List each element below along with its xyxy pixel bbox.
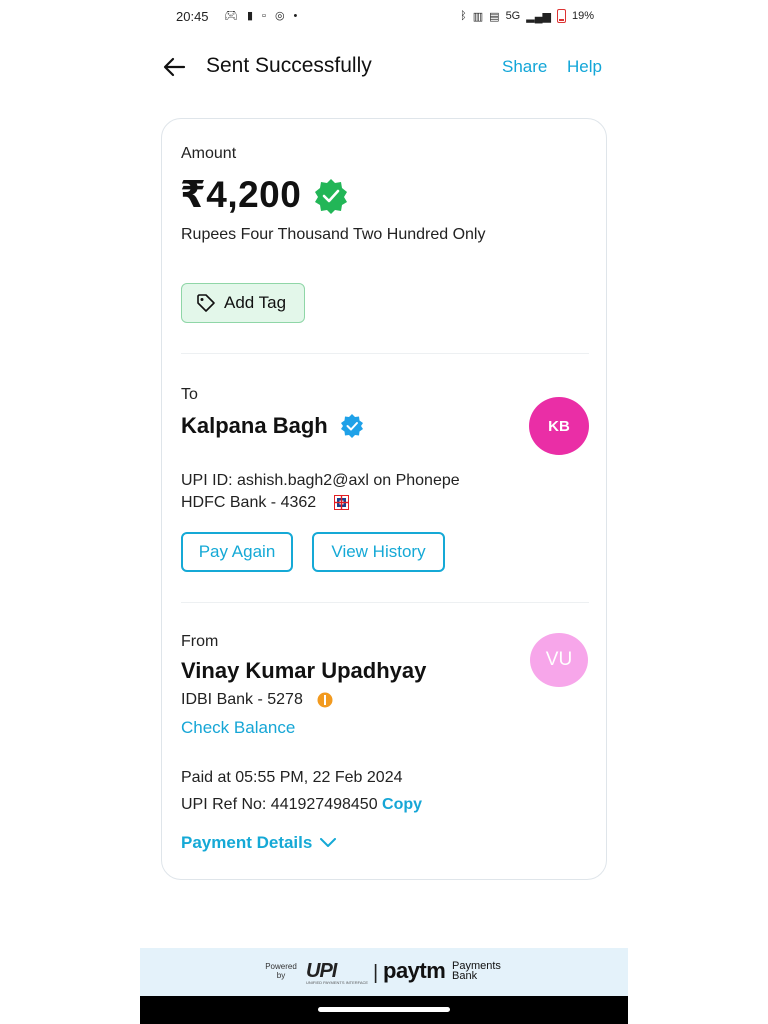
upi-logo-subtitle: UNIFIED PAYMENTS INTERFACE <box>306 980 369 985</box>
sender-name: Vinay Kumar Upadhyay <box>181 658 427 683</box>
powered-by-text: Powered by <box>265 962 297 980</box>
idbi-bank-logo-icon <box>317 692 333 708</box>
from-label: From <box>181 633 219 650</box>
footer-branding: Powered by UPI UNIFIED PAYMENTS INTERFAC… <box>140 948 628 996</box>
page-title: Sent Successfully <box>206 54 372 77</box>
network-type: 5G <box>505 10 521 22</box>
transaction-card: Amount ₹4,200 Rupees Four Thousand Two H… <box>161 118 607 880</box>
logo-separator: | <box>373 962 379 984</box>
recipient-bank: HDFC Bank - 4362 <box>181 494 317 511</box>
amount-label: Amount <box>181 145 237 162</box>
check-balance-link[interactable]: Check Balance <box>181 718 295 738</box>
add-tag-button[interactable]: Add Tag <box>181 283 305 323</box>
recipient-upi-id: UPI ID: ashish.bagh2@axl on Phonepe <box>181 472 460 489</box>
view-history-button[interactable]: View History <box>312 532 445 572</box>
vibrate-icon: ▥ <box>472 10 484 23</box>
record-icon: ◎ <box>274 10 285 22</box>
divider <box>181 602 589 603</box>
phone-notification-icon: ▮ <box>246 10 254 22</box>
payments-bank-text: Payments Bank <box>452 960 501 982</box>
battery-icon <box>556 9 566 23</box>
recipient-name: Kalpana Bagh <box>181 413 328 438</box>
more-dot-icon: • <box>293 9 298 22</box>
help-button[interactable]: Help <box>567 57 602 77</box>
copy-ref-button[interactable]: Copy <box>382 796 422 813</box>
phone-screen: 20:45 🎮︎ ▮ ▫ ◎ • ᛒ ▥ ▤ 5G ▂▄▆ 19% Sent S… <box>140 0 628 1024</box>
upi-ref-row: UPI Ref No: 441927498450 Copy <box>181 796 422 814</box>
notification-icons: 🎮︎ ▮ ▫ ◎ • <box>224 9 298 23</box>
add-tag-label: Add Tag <box>224 293 287 312</box>
status-time: 20:45 <box>176 9 209 24</box>
paytm-logo: paytm <box>383 958 446 983</box>
paid-at-timestamp: Paid at 05:55 PM, 22 Feb 2024 <box>181 769 403 786</box>
signal-icon: ▂▄▆ <box>526 10 551 23</box>
volte-icon: ▤ <box>489 10 500 23</box>
divider <box>181 353 589 354</box>
home-gesture-handle[interactable] <box>318 1007 450 1012</box>
app-header: Sent Successfully Share Help <box>140 48 628 88</box>
system-nav-bar <box>140 996 628 1024</box>
to-label: To <box>181 386 198 403</box>
recipient-avatar: KB <box>529 397 589 455</box>
hdfc-bank-logo-icon <box>334 495 349 510</box>
payment-details-toggle[interactable]: Payment Details <box>181 833 337 853</box>
system-icons: ᛒ ▥ ▤ 5G ▂▄▆ 19% <box>460 9 594 23</box>
status-bar: 20:45 🎮︎ ▮ ▫ ◎ • ᛒ ▥ ▤ 5G ▂▄▆ 19% <box>140 0 628 34</box>
share-button[interactable]: Share <box>502 57 547 77</box>
back-arrow-icon[interactable] <box>162 54 188 80</box>
verified-badge-icon <box>341 414 363 438</box>
sender-bank: IDBI Bank - 5278 <box>181 691 303 708</box>
battery-percentage: 19% <box>571 10 594 22</box>
tag-icon <box>197 294 215 312</box>
amount-in-words: Rupees Four Thousand Two Hundred Only <box>181 226 486 243</box>
upi-ref-number: UPI Ref No: 441927498450 <box>181 796 378 813</box>
game-controller-icon: 🎮︎ <box>224 10 238 22</box>
sender-avatar: VU <box>530 633 588 687</box>
app-notification-icon: ▫ <box>262 9 266 22</box>
amount-value: ₹4,200 <box>180 174 302 215</box>
chevron-down-icon <box>320 838 337 847</box>
success-check-icon <box>315 179 347 214</box>
pay-again-button[interactable]: Pay Again <box>181 532 293 572</box>
payment-details-label: Payment Details <box>181 833 313 852</box>
bluetooth-icon: ᛒ <box>460 10 467 22</box>
